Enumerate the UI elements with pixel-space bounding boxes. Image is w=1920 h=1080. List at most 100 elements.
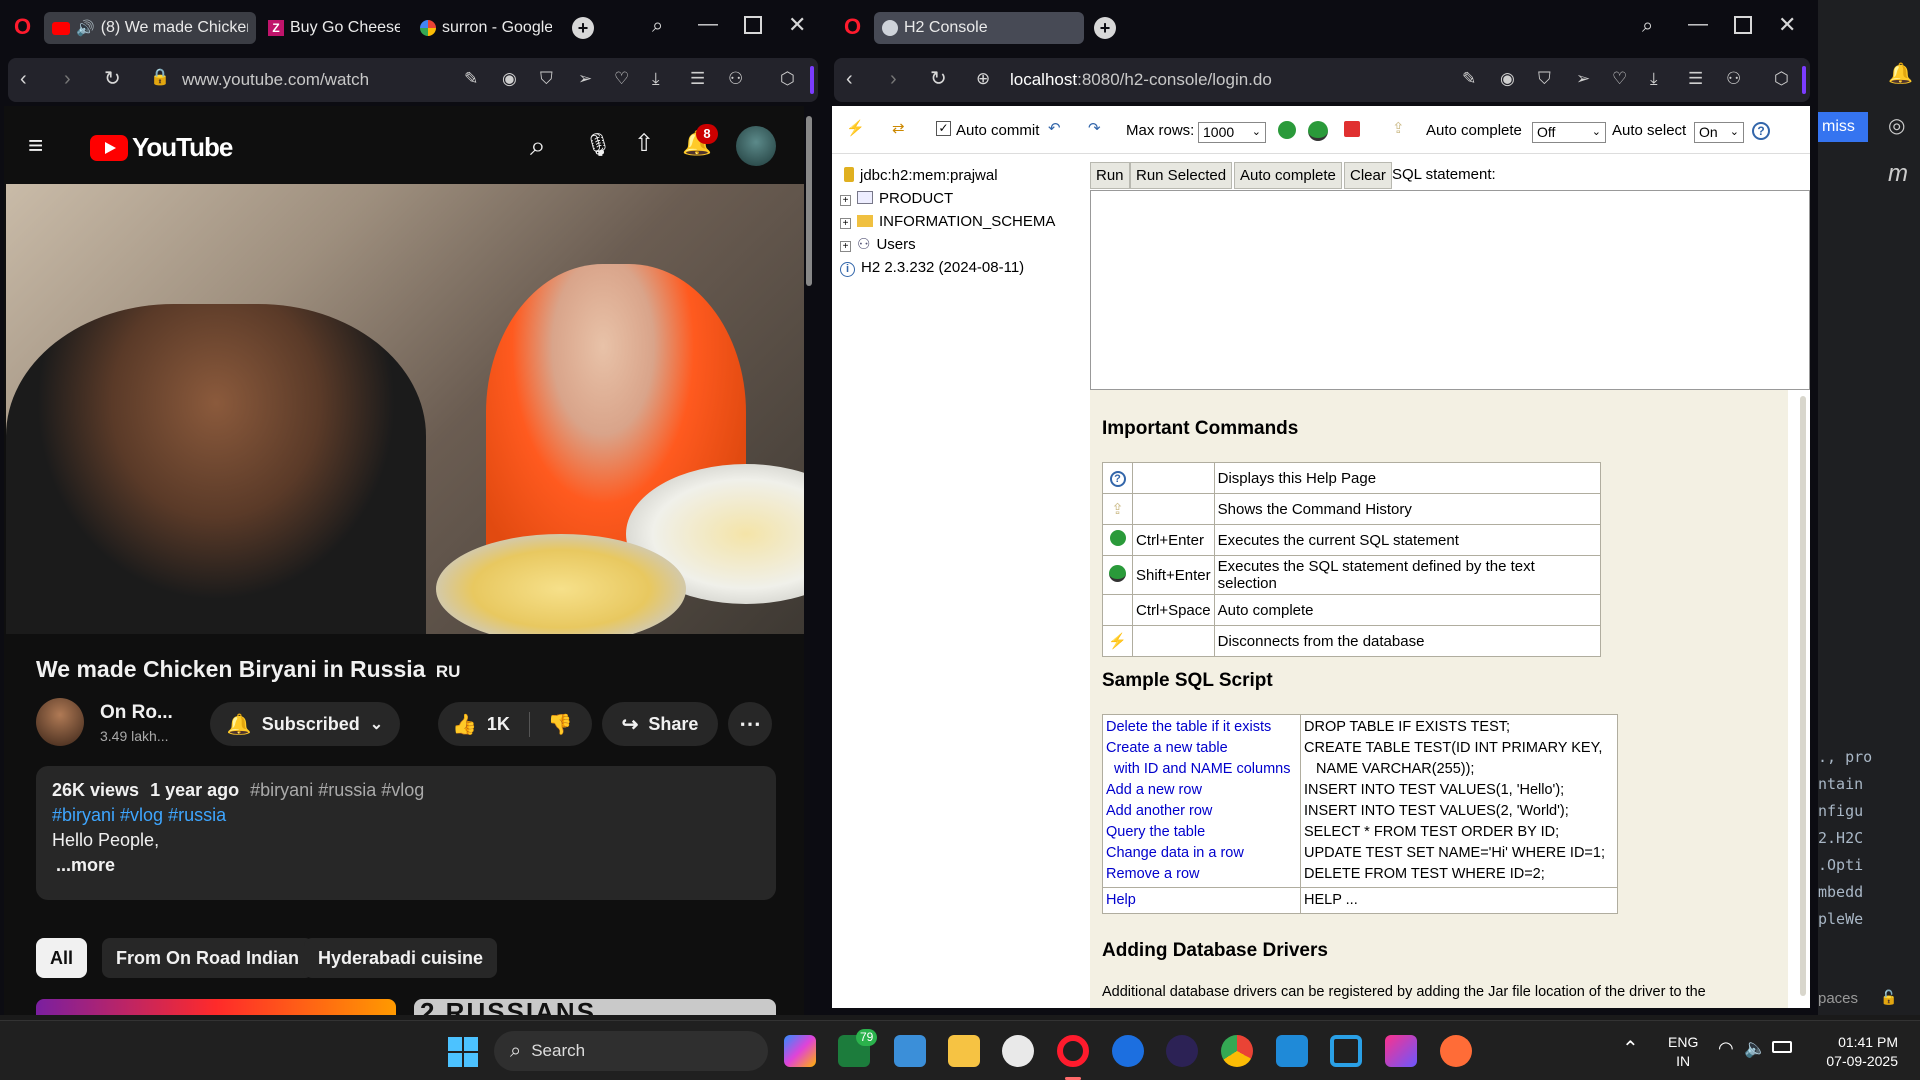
camera-icon[interactable]: ◉ [1500, 69, 1515, 89]
expand-icon[interactable]: + [840, 241, 851, 252]
microphone-icon[interactable]: 🎙 [584, 134, 612, 156]
tab-h2-console[interactable]: H2 Console [874, 12, 1084, 44]
link-help[interactable]: Help [1106, 892, 1136, 908]
link-query-table[interactable]: Query the table [1106, 822, 1297, 843]
maximize-icon[interactable] [1734, 16, 1752, 34]
account-icon[interactable]: ⚇ [1726, 69, 1741, 89]
extension-box-icon[interactable]: ⬡ [1774, 69, 1789, 89]
channel-avatar[interactable] [36, 698, 84, 746]
more-actions-button[interactable]: ⋯ [728, 702, 772, 746]
search-icon[interactable]: ⌕ [530, 132, 546, 160]
close-icon[interactable]: ✕ [1778, 14, 1796, 36]
page-scrollbar[interactable] [806, 116, 812, 286]
opera-logo-icon[interactable]: O [14, 16, 31, 38]
link-delete-table[interactable]: Delete the table if it exists [1106, 717, 1297, 738]
app-store-icon[interactable] [1112, 1035, 1144, 1067]
search-tabs-icon[interactable]: ⌕ [652, 16, 663, 36]
tree-item-users[interactable]: + ⚇ Users [840, 233, 1090, 256]
clear-button[interactable]: Clear [1344, 162, 1392, 189]
link-create-table-columns[interactable]: with ID and NAME columns [1106, 759, 1297, 780]
edit-icon[interactable]: ✎ [1462, 69, 1476, 89]
tab-youtube[interactable]: 🔊 (8) We made Chicken I [44, 12, 256, 44]
show-more-link[interactable]: ...more [56, 853, 760, 878]
subscribed-button[interactable]: 🔔 Subscribed ⌄ [210, 702, 400, 746]
max-rows-select[interactable]: 1000 ⌄ [1198, 122, 1266, 143]
link-create-table[interactable]: Create a new table [1106, 738, 1297, 759]
search-box[interactable]: ⌕ Search [494, 1031, 768, 1071]
download-icon[interactable]: ⤓ [1650, 69, 1658, 89]
link-remove-row[interactable]: Remove a row [1106, 864, 1297, 885]
run-selected-icon[interactable] [1308, 121, 1328, 141]
youtube-logo[interactable]: YouTube [90, 132, 233, 163]
url-field[interactable]: www.youtube.com/watch [182, 70, 369, 90]
auto-commit-checkbox[interactable]: ✓ [936, 121, 951, 136]
notepad-icon[interactable] [894, 1035, 926, 1067]
avatar[interactable] [736, 126, 776, 166]
close-icon[interactable]: ✕ [788, 14, 806, 36]
intellij-icon[interactable] [1385, 1035, 1417, 1067]
download-icon[interactable]: ⤓ [652, 69, 660, 89]
chevron-up-icon[interactable]: ⌃ [1622, 1039, 1639, 1059]
auto-select-select[interactable]: On ⌄ [1694, 122, 1744, 143]
clock-app-icon[interactable] [1002, 1035, 1034, 1067]
sql-editor[interactable] [1090, 190, 1810, 390]
edit-icon[interactable]: ✎ [464, 69, 478, 89]
camera-icon[interactable]: ◉ [502, 69, 517, 89]
commit-icon[interactable]: ↷ [1088, 119, 1101, 137]
link-change-row[interactable]: Change data in a row [1106, 843, 1297, 864]
shield-icon[interactable]: ⛉ [540, 69, 553, 89]
expand-icon[interactable]: + [840, 195, 851, 206]
search-tabs-icon[interactable]: ⌕ [1642, 16, 1653, 36]
rollback-icon[interactable]: ↶ [1048, 119, 1061, 137]
file-explorer-icon[interactable] [948, 1035, 980, 1067]
notification-bell-icon[interactable]: 🔔 [1888, 64, 1913, 84]
recommended-thumbnail-1[interactable] [36, 999, 396, 1015]
tab-go-cheese[interactable]: Z Buy Go Cheese Sl [260, 12, 408, 44]
ide-tag[interactable]: miss [1818, 112, 1868, 142]
chip-from-on-road-indian[interactable]: From On Road Indian [102, 938, 313, 978]
forward-icon[interactable]: › [890, 69, 897, 89]
video-player[interactable] [6, 184, 804, 634]
eclipse-icon[interactable] [1166, 1035, 1198, 1067]
disconnect-icon[interactable]: ⚡ [846, 119, 865, 137]
vscode-icon[interactable] [1276, 1035, 1308, 1067]
auto-complete-button[interactable]: Auto complete [1234, 162, 1342, 189]
speaker-icon[interactable]: 🔊 [76, 19, 95, 37]
minimize-icon[interactable]: — [1688, 14, 1708, 34]
send-icon[interactable]: ➢ [578, 69, 592, 89]
menu-icon[interactable]: ☰ [1688, 69, 1703, 89]
minimize-icon[interactable]: — [698, 14, 718, 34]
link-add-row[interactable]: Add a new row [1106, 780, 1297, 801]
screen-tool-icon[interactable] [1330, 1035, 1362, 1067]
extension-box-icon[interactable]: ⬡ [780, 69, 795, 89]
tab-google-surron[interactable]: surron - Google S [412, 12, 560, 44]
clock[interactable]: 01:41 PM 07-09-2025 [1812, 1033, 1898, 1071]
maximize-icon[interactable] [744, 16, 762, 34]
volume-icon[interactable]: 🔈 [1744, 1039, 1766, 1057]
like-button[interactable]: 👍 1K [438, 711, 530, 737]
history-icon[interactable]: ⇪ [1392, 119, 1405, 137]
chrome-icon[interactable] [1221, 1035, 1253, 1067]
chip-hyderabadi-cuisine[interactable]: Hyderabadi cuisine [304, 938, 498, 978]
windows-start-icon[interactable] [448, 1037, 478, 1067]
back-icon[interactable]: ‹ [20, 69, 27, 89]
menu-icon[interactable]: ☰ [690, 69, 705, 89]
expand-icon[interactable]: + [840, 218, 851, 229]
wifi-icon[interactable]: ◠ [1718, 1039, 1734, 1057]
account-icon[interactable]: ⚇ [728, 69, 743, 89]
dislike-button[interactable]: 👎 [530, 712, 590, 737]
forward-icon[interactable]: › [64, 69, 71, 89]
opera-logo-icon[interactable]: O [844, 16, 861, 38]
stop-icon[interactable] [1344, 121, 1360, 137]
shield-icon[interactable]: ⛉ [1538, 69, 1551, 89]
help-scrollbar[interactable] [1800, 396, 1806, 996]
m-icon[interactable]: m [1888, 162, 1908, 186]
hamburger-menu-icon[interactable]: ≡ [28, 132, 43, 158]
heart-icon[interactable]: ♡ [1612, 69, 1627, 89]
help-icon[interactable]: ? [1752, 122, 1770, 140]
run-selected-button[interactable]: Run Selected [1130, 162, 1233, 189]
share-button[interactable]: ↪ Share [602, 702, 718, 746]
link-add-another-row[interactable]: Add another row [1106, 801, 1297, 822]
auto-complete-select[interactable]: Off ⌄ [1532, 122, 1606, 143]
lock-icon[interactable]: 🔓 [1880, 990, 1897, 1004]
